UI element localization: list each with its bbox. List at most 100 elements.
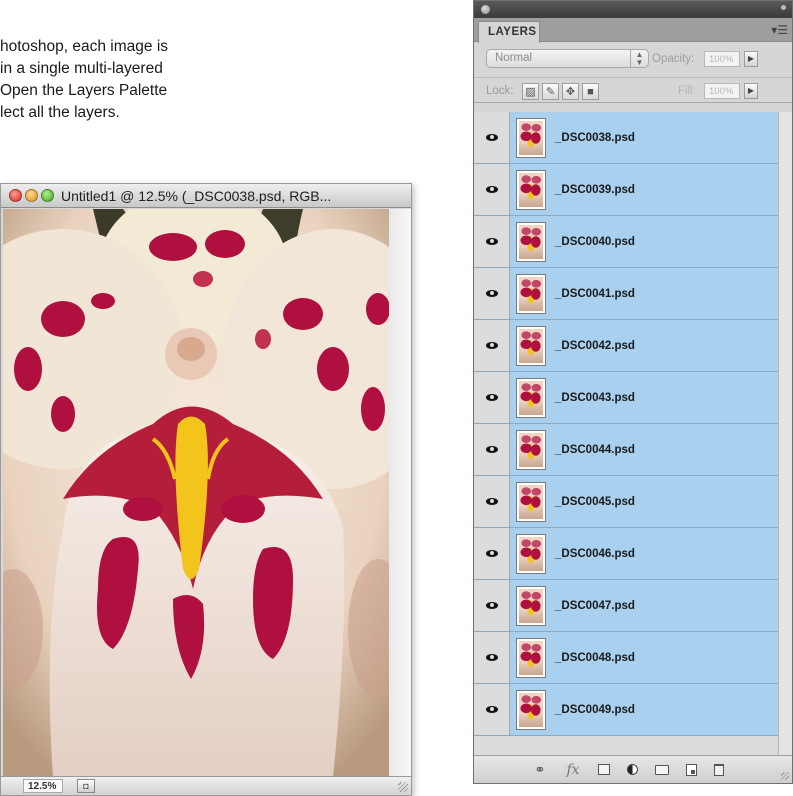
layer-name[interactable]: _DSC0039.psd	[555, 184, 635, 196]
blend-mode-value: Normal	[495, 52, 533, 64]
new-layer-icon[interactable]	[686, 763, 697, 776]
opacity-label: Opacity:	[652, 53, 695, 65]
panel-titlebar[interactable]	[474, 1, 792, 18]
visibility-toggle[interactable]	[474, 112, 510, 163]
mask-icon[interactable]	[598, 764, 610, 775]
lock-row: Lock: ▨ ✎ ✥ ■ Fill: 100% ▶	[474, 77, 792, 103]
layer-thumbnail	[516, 221, 546, 262]
layer-name[interactable]: _DSC0049.psd	[555, 704, 635, 716]
layer-body[interactable]: _DSC0042.psd	[510, 320, 778, 371]
layer-row[interactable]: _DSC0048.psd	[474, 632, 778, 684]
eye-icon	[485, 498, 498, 505]
layer-body[interactable]: _DSC0044.psd	[510, 424, 778, 475]
panel-resize-grip-icon[interactable]	[781, 772, 789, 780]
text-line: lect all the layers.	[0, 104, 120, 121]
panel-menu-icon[interactable]: ▾☰	[771, 24, 788, 36]
layer-row[interactable]: _DSC0038.psd	[474, 112, 778, 164]
lock-label: Lock:	[486, 85, 514, 97]
layer-thumbnail	[516, 169, 546, 210]
layer-row[interactable]: _DSC0046.psd	[474, 528, 778, 580]
layer-name[interactable]: _DSC0046.psd	[555, 548, 635, 560]
layer-row[interactable]: _DSC0049.psd	[474, 684, 778, 736]
layer-row[interactable]: _DSC0042.psd	[474, 320, 778, 372]
layer-name[interactable]: _DSC0043.psd	[555, 392, 635, 404]
adjustment-icon[interactable]	[627, 764, 638, 775]
close-panel-button[interactable]	[481, 5, 490, 14]
close-window-button[interactable]	[9, 189, 22, 202]
layer-body[interactable]: _DSC0049.psd	[510, 684, 778, 735]
visibility-toggle[interactable]	[474, 268, 510, 319]
zoom-level-field[interactable]: 12.5%	[23, 779, 63, 793]
lock-position-icon[interactable]: ✥	[562, 83, 579, 100]
layer-name[interactable]: _DSC0044.psd	[555, 444, 635, 456]
fill-input[interactable]: 100%	[704, 83, 740, 99]
eye-icon	[485, 446, 498, 453]
tab-layers[interactable]: LAYERS	[478, 21, 540, 43]
layer-row[interactable]: _DSC0047.psd	[474, 580, 778, 632]
layer-name[interactable]: _DSC0038.psd	[555, 132, 635, 144]
status-menu-button[interactable]: ◘	[77, 779, 95, 793]
visibility-toggle[interactable]	[474, 684, 510, 735]
eye-icon	[485, 238, 498, 245]
image-canvas[interactable]	[3, 209, 389, 777]
layer-body[interactable]: _DSC0046.psd	[510, 528, 778, 579]
minimize-window-button[interactable]	[25, 189, 38, 202]
layer-name[interactable]: _DSC0047.psd	[555, 600, 635, 612]
layer-name[interactable]: _DSC0045.psd	[555, 496, 635, 508]
lock-all-icon[interactable]: ■	[582, 83, 599, 100]
collapse-panel-icon[interactable]	[781, 5, 786, 10]
link-icon[interactable]: ⚭	[532, 762, 548, 778]
opacity-slider-button[interactable]: ▶	[744, 51, 758, 67]
fill-slider-button[interactable]: ▶	[744, 83, 758, 99]
instruction-text: hotoshop, each image is in a single mult…	[0, 36, 250, 124]
layers-scrollbar[interactable]	[778, 112, 792, 757]
visibility-toggle[interactable]	[474, 424, 510, 475]
eye-icon	[485, 186, 498, 193]
layer-name[interactable]: _DSC0048.psd	[555, 652, 635, 664]
layer-body[interactable]: _DSC0043.psd	[510, 372, 778, 423]
visibility-toggle[interactable]	[474, 528, 510, 579]
visibility-toggle[interactable]	[474, 320, 510, 371]
blend-stepper-icon[interactable]: ▲ ▼	[630, 50, 648, 67]
layer-body[interactable]: _DSC0047.psd	[510, 580, 778, 631]
visibility-toggle[interactable]	[474, 580, 510, 631]
zoom-window-button[interactable]	[41, 189, 54, 202]
layer-row[interactable]: _DSC0039.psd	[474, 164, 778, 216]
layer-row[interactable]: _DSC0040.psd	[474, 216, 778, 268]
layer-name[interactable]: _DSC0042.psd	[555, 340, 635, 352]
document-titlebar[interactable]: Untitled1 @ 12.5% (_DSC0038.psd, RGB...	[1, 184, 411, 208]
layer-thumbnail	[516, 377, 546, 418]
document-window: Untitled1 @ 12.5% (_DSC0038.psd, RGB...	[0, 183, 412, 796]
visibility-toggle[interactable]	[474, 476, 510, 527]
fx-icon[interactable]: fx	[565, 762, 581, 778]
layer-thumbnail	[516, 429, 546, 470]
layer-body[interactable]: _DSC0039.psd	[510, 164, 778, 215]
layer-body[interactable]: _DSC0048.psd	[510, 632, 778, 683]
panel-bottom-toolbar: ⚭ fx	[474, 755, 792, 783]
lock-transparency-icon[interactable]: ▨	[522, 83, 539, 100]
eye-icon	[485, 706, 498, 713]
layer-body[interactable]: _DSC0040.psd	[510, 216, 778, 267]
layer-body[interactable]: _DSC0045.psd	[510, 476, 778, 527]
resize-grip-icon[interactable]	[398, 782, 408, 792]
layer-row[interactable]: _DSC0044.psd	[474, 424, 778, 476]
trash-icon[interactable]	[714, 763, 724, 776]
eye-icon	[485, 602, 498, 609]
layer-name[interactable]: _DSC0040.psd	[555, 236, 635, 248]
layer-body[interactable]: _DSC0038.psd	[510, 112, 778, 163]
blend-mode-select[interactable]: Normal ▲ ▼	[486, 49, 649, 68]
visibility-toggle[interactable]	[474, 216, 510, 267]
visibility-toggle[interactable]	[474, 372, 510, 423]
opacity-input[interactable]: 100%	[704, 51, 740, 67]
folder-icon[interactable]	[655, 764, 669, 775]
layer-body[interactable]: _DSC0041.psd	[510, 268, 778, 319]
layer-row[interactable]: _DSC0045.psd	[474, 476, 778, 528]
layer-thumbnail	[516, 689, 546, 730]
lock-pixels-icon[interactable]: ✎	[542, 83, 559, 100]
visibility-toggle[interactable]	[474, 164, 510, 215]
layer-row[interactable]: _DSC0043.psd	[474, 372, 778, 424]
layer-name[interactable]: _DSC0041.psd	[555, 288, 635, 300]
layer-row[interactable]: _DSC0041.psd	[474, 268, 778, 320]
visibility-toggle[interactable]	[474, 632, 510, 683]
canvas-margin	[389, 209, 411, 777]
